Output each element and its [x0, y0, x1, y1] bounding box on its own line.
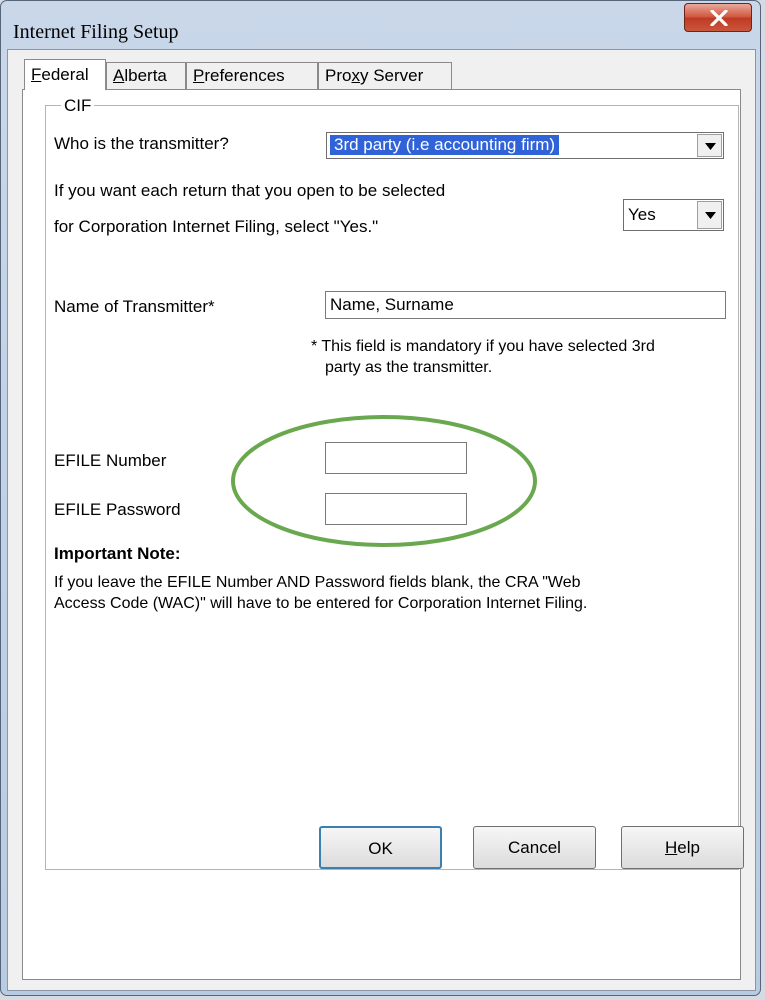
efile-password-label: EFILE Password — [54, 500, 181, 519]
window-title: Internet Filing Setup — [13, 21, 179, 43]
important-note-line1: If you leave the EFILE Number AND Passwo… — [54, 574, 581, 591]
auto-select-label-line1: If you want each return that you open to… — [54, 181, 446, 200]
auto-select-combo[interactable]: Yes — [623, 199, 724, 231]
transmitter-name-label: Name of Transmitter* — [54, 297, 215, 316]
transmitter-select[interactable]: 3rd party (i.e accounting firm) — [326, 132, 724, 159]
transmitter-name-input[interactable]: Name, Surname — [325, 291, 726, 319]
close-icon — [710, 10, 728, 26]
auto-select-dropdown-button[interactable] — [697, 201, 722, 229]
transmitter-label: Who is the transmitter? — [54, 134, 229, 153]
close-button[interactable] — [684, 3, 752, 32]
chevron-down-icon — [705, 143, 716, 150]
help-button[interactable]: Help — [621, 826, 744, 869]
efile-number-label: EFILE Number — [54, 451, 167, 470]
important-note-heading: Important Note: — [54, 544, 181, 563]
auto-select-label-line2: for Corporation Internet Filing, select … — [54, 217, 379, 236]
ok-button[interactable]: OK — [319, 826, 442, 869]
cif-group-label: CIF — [61, 96, 95, 116]
mandatory-note-line1: * This field is mandatory if you have se… — [311, 338, 655, 355]
tab-alberta[interactable]: Alberta — [106, 62, 186, 89]
auto-select-value: Yes — [628, 205, 656, 224]
transmitter-select-value: 3rd party (i.e accounting firm) — [330, 135, 560, 155]
efile-highlight-ellipse — [231, 415, 537, 547]
title-bar[interactable]: Internet Filing Setup — [1, 1, 760, 43]
mandatory-note-line2: party as the transmitter. — [325, 359, 493, 376]
cancel-button[interactable]: Cancel — [473, 826, 596, 869]
important-note-line2: Access Code (WAC)" will have to be enter… — [54, 595, 588, 612]
chevron-down-icon — [705, 212, 716, 219]
tab-preferences[interactable]: Preferences — [186, 62, 318, 89]
tab-proxy-server[interactable]: Proxy Server — [318, 62, 452, 89]
tab-federal[interactable]: Federal — [24, 59, 106, 90]
transmitter-dropdown-button[interactable] — [697, 134, 722, 157]
